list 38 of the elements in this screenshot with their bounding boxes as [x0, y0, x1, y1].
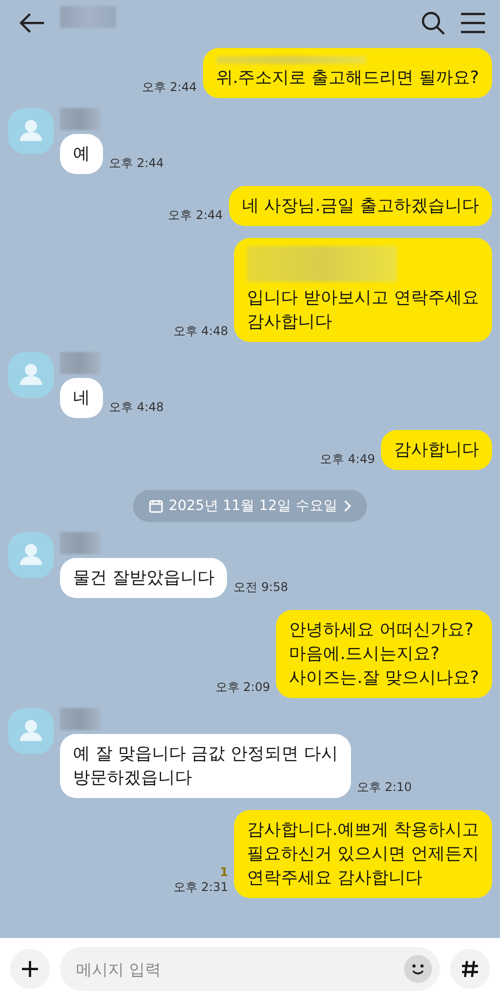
message-bubble: 입니다 받아보시고 연락주세요 감사합니다 — [234, 238, 492, 342]
unread-count: 1 — [220, 865, 228, 879]
add-button[interactable] — [10, 949, 50, 989]
message-time: 오전 9:58 — [233, 579, 288, 596]
message-time: 오후 2:44 — [142, 79, 197, 96]
message-time: 오후 2:10 — [357, 779, 412, 796]
redacted-name — [60, 352, 100, 374]
message-bubble: 안녕하세요 어떠신가요? 마음에.드시는지요? 사이즈는.잘 맞으시나요? — [276, 610, 492, 698]
search-icon[interactable] — [420, 10, 446, 36]
message-bubble: 감사합니다 — [381, 430, 492, 470]
message-time: 오후 2:31 — [173, 879, 228, 896]
redacted-name — [60, 6, 116, 28]
message-bubble: 네 사장님.금일 출고하겠습니다 — [228, 186, 492, 226]
back-icon[interactable] — [18, 11, 46, 35]
message-time: 오후 2:09 — [215, 679, 270, 696]
plus-icon — [21, 960, 39, 978]
message-time: 오후 4:49 — [320, 451, 375, 468]
message-bubble: 감사합니다.예쁘게 착용하시고 필요하신거 있으시면 언제든지 연락주세요 감사합니다 — [234, 810, 492, 898]
message-time: 오후 2:44 — [168, 207, 223, 224]
emoji-icon[interactable] — [404, 955, 432, 983]
redacted-name — [60, 708, 100, 730]
message-time: 오후 2:44 — [109, 155, 164, 172]
redacted-name — [60, 108, 100, 130]
message-bubble: 예 — [60, 134, 103, 174]
message-time: 오후 4:48 — [109, 399, 164, 416]
message-bubble: 위.주소지로 출고해드리면 될까요? — [202, 48, 492, 98]
message-input[interactable]: 메시지 입력 — [60, 947, 440, 991]
redacted-name — [60, 532, 100, 554]
calendar-icon — [148, 499, 163, 513]
hashtag-button[interactable] — [450, 949, 490, 989]
message-bubble: 예 잘 맞읍니다 금값 안정되면 다시 방문하겠읍니다 — [60, 734, 352, 798]
date-divider[interactable]: 2025년 11월 12일 수요일 — [132, 490, 368, 522]
hashtag-icon — [461, 960, 479, 978]
chevron-icon — [343, 500, 352, 512]
message-time: 오후 4:48 — [173, 323, 228, 340]
message-bubble: 물건 잘받았읍니다 — [60, 558, 228, 598]
message-bubble: 네 — [60, 378, 103, 418]
menu-icon[interactable] — [460, 12, 486, 34]
